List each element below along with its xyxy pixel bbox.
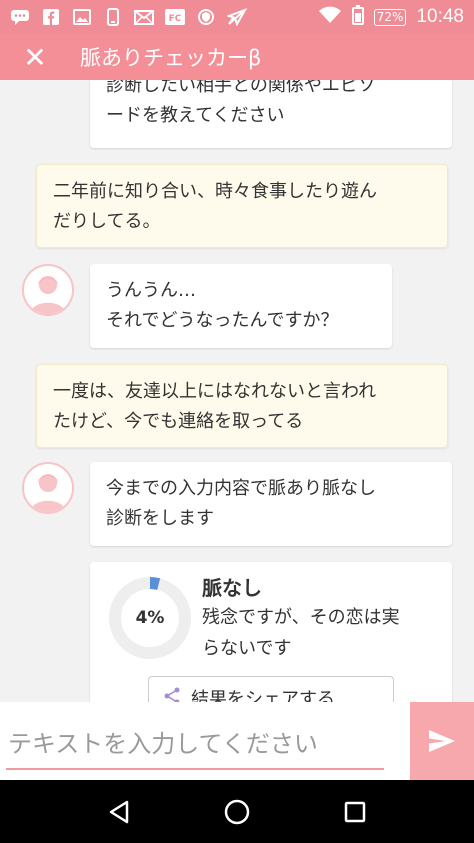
share-label: 結果をシェアする — [191, 689, 335, 702]
percent-label: 4% — [135, 608, 165, 628]
result-text: 残念ですが、その恋は実 らないです — [202, 602, 442, 664]
result-line: 残念ですが、その恋は実 — [202, 607, 400, 628]
battery-icon — [351, 4, 364, 30]
shield-icon — [196, 8, 216, 26]
fc-icon: FC — [165, 8, 185, 26]
message-line: 一度は、友達以上にはなれないと言われ — [53, 381, 377, 402]
status-bar: FC 72% 10:48 — [0, 0, 474, 34]
person-icon — [30, 474, 66, 512]
mail-icon — [134, 8, 154, 26]
wifi-icon — [318, 6, 342, 29]
result-line: らないです — [202, 638, 292, 659]
facebook-icon — [41, 8, 61, 26]
system-indicators: 72% 10:48 — [318, 4, 464, 30]
chat-area[interactable]: 診断したい相手との関係やエピソ ードを教えてください 二年前に知り合い、時々食事… — [0, 80, 474, 702]
bot-message: うんうん… それでどうなったんですか？ — [90, 264, 392, 348]
send-arrow-icon — [429, 730, 455, 752]
message-line: たけど、今でも連絡を取ってる — [53, 411, 304, 432]
bot-message: 診断したい相手との関係やエピソ ードを教えてください — [90, 80, 452, 148]
close-icon: ✕ — [23, 40, 47, 74]
person-icon — [30, 276, 66, 314]
message-input[interactable] — [6, 720, 384, 770]
user-message: 二年前に知り合い、時々食事したり遊ん だりしてる。 — [36, 164, 448, 248]
back-triangle-icon — [109, 800, 129, 823]
bot-message: 今までの入力内容で脈あり脈なし 診断をします — [90, 462, 452, 546]
message-line: 診断したい相手との関係やエピソ — [106, 80, 376, 96]
close-button[interactable]: ✕ — [0, 41, 70, 74]
message-line: 二年前に知り合い、時々食事したり遊ん — [53, 181, 377, 202]
nav-recents-button[interactable] — [335, 792, 375, 832]
clock: 10:48 — [416, 6, 464, 27]
send-icon — [227, 8, 247, 26]
result-card: 4% 脈なし 残念ですが、その恋は実 らないです 結果をシェアする — [90, 562, 452, 702]
home-circle-icon — [224, 799, 250, 824]
app-header: ✕ 脈ありチェッカーβ — [0, 34, 474, 80]
message-line: うんうん… — [106, 280, 196, 301]
page-title: 脈ありチェッカーβ — [80, 46, 262, 70]
bot-avatar — [22, 264, 74, 316]
message-line: ードを教えてください — [106, 105, 285, 126]
system-nav-bar — [0, 780, 474, 843]
nav-back-button[interactable] — [99, 792, 139, 832]
battery-percent: 72% — [373, 8, 407, 26]
image-icon — [72, 8, 92, 26]
nav-home-button[interactable] — [217, 792, 257, 832]
fc-label: FC — [169, 14, 182, 24]
chat-icon — [10, 8, 30, 26]
share-result-button[interactable]: 結果をシェアする — [148, 676, 394, 702]
share-icon — [163, 687, 181, 702]
message-line: だりしてる。 — [53, 211, 161, 232]
notification-icons: FC — [10, 8, 247, 26]
user-message: 一度は、友達以上にはなれないと言われ たけど、今でも連絡を取ってる — [36, 364, 448, 448]
send-button[interactable] — [410, 702, 474, 780]
result-title: 脈なし — [202, 576, 262, 600]
message-line: それでどうなったんですか？ — [106, 310, 339, 331]
phone-icon — [103, 8, 123, 26]
recents-square-icon — [344, 801, 366, 822]
bot-avatar — [22, 462, 74, 514]
message-input-bar — [0, 702, 474, 780]
message-line: 診断をします — [106, 508, 214, 529]
message-line: 今までの入力内容で脈あり脈なし — [106, 478, 376, 499]
